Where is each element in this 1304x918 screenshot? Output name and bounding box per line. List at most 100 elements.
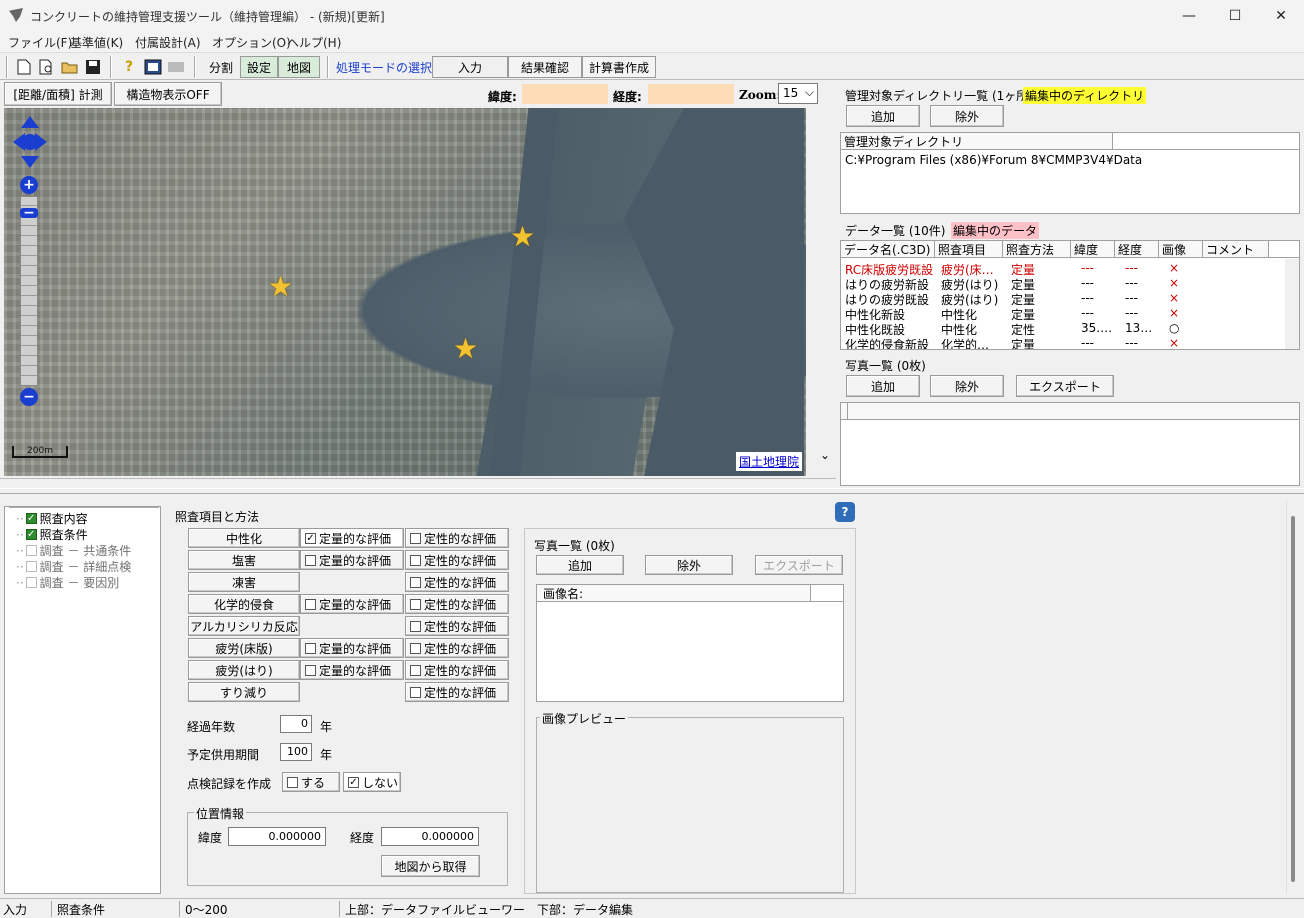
- condition-item-button[interactable]: すり減り: [188, 682, 300, 702]
- location-lng-input[interactable]: 0.000000: [381, 827, 479, 846]
- menu-standard-values[interactable]: 基準値(K): [70, 34, 123, 51]
- directory-add-button[interactable]: 追加: [846, 105, 920, 127]
- photo-export-button-top[interactable]: エクスポート: [1016, 375, 1114, 397]
- condition-item-button[interactable]: 凍害: [188, 572, 300, 592]
- structure-display-button[interactable]: 構造物表示OFF: [114, 82, 222, 106]
- column-header-image[interactable]: 画像: [1159, 241, 1203, 257]
- get-from-map-button[interactable]: 地図から取得: [381, 855, 480, 877]
- structure-marker-star[interactable]: ★: [453, 332, 478, 365]
- print-preview-icon[interactable]: [37, 57, 57, 77]
- structure-marker-star[interactable]: ★: [268, 270, 293, 303]
- condition-item-button[interactable]: 化学的侵食: [188, 594, 300, 614]
- condition-item-button[interactable]: 塩害: [188, 550, 300, 570]
- qualitative-eval-checkbox[interactable]: 定性的な評価: [405, 682, 509, 702]
- column-header-image-name[interactable]: 画像名:: [537, 585, 811, 601]
- menu-attached-design[interactable]: 付属設計(A): [135, 34, 201, 51]
- menu-file[interactable]: ファイル(F): [8, 34, 72, 51]
- record-no-checkbox[interactable]: ✓ しない: [343, 772, 401, 792]
- scrollbar-thumb[interactable]: [1291, 516, 1295, 882]
- menu-help[interactable]: ヘルプ(H): [287, 34, 341, 51]
- condition-item-button[interactable]: 疲労(はり): [188, 660, 300, 680]
- minimize-button[interactable]: —: [1166, 0, 1212, 32]
- data-table-scrollbar[interactable]: [1285, 259, 1299, 349]
- tab-settings[interactable]: 設定: [240, 56, 278, 78]
- table-row[interactable]: 中性化新設 中性化 定量 --- --- ×: [841, 306, 1285, 322]
- record-yes-checkbox[interactable]: する: [282, 772, 340, 792]
- table-row[interactable]: はりの疲労既設 疲労(はり) 定量 --- --- ×: [841, 291, 1285, 307]
- new-file-icon[interactable]: [14, 57, 34, 77]
- structure-marker-star[interactable]: ★: [510, 220, 535, 253]
- open-folder-icon[interactable]: [60, 57, 80, 77]
- map-lat-field[interactable]: [522, 84, 608, 104]
- quantitative-eval-checkbox[interactable]: 定量的な評価: [300, 594, 404, 614]
- elapsed-years-input[interactable]: 0: [280, 715, 312, 733]
- column-header-method[interactable]: 照査方法: [1003, 241, 1071, 257]
- column-header-lng[interactable]: 経度: [1115, 241, 1159, 257]
- qualitative-eval-checkbox[interactable]: 定性的な評価: [405, 616, 509, 636]
- directory-remove-button[interactable]: 除外: [930, 105, 1004, 127]
- location-lat-input[interactable]: 0.000000: [228, 827, 326, 846]
- table-row[interactable]: 中性化既設 中性化 定性 35.… 13… ○: [841, 321, 1285, 337]
- photo-add-button-bottom[interactable]: 追加: [536, 555, 624, 575]
- condition-item-button[interactable]: 疲労(床版): [188, 638, 300, 658]
- condition-item-button[interactable]: 中性化: [188, 528, 300, 548]
- pan-control-icon[interactable]: [11, 114, 49, 175]
- tree-item[interactable]: ·· 調査 － 詳細点検: [16, 558, 131, 575]
- directory-path[interactable]: C:¥Program Files (x86)¥Forum 8¥CMMP3V4¥D…: [845, 153, 1142, 167]
- quantitative-eval-checkbox[interactable]: 定量的な評価: [300, 550, 404, 570]
- map-lng-field[interactable]: [648, 84, 734, 104]
- tab-map[interactable]: 地図: [278, 56, 320, 78]
- aerial-map[interactable]: ★ ★ ★ + − − 200m 国土地理院: [4, 108, 806, 476]
- tree-item[interactable]: ·· ✓ 照査条件: [16, 526, 88, 543]
- qualitative-eval-checkbox[interactable]: 定性的な評価: [405, 594, 509, 614]
- quantitative-eval-label: 定量的な評価: [319, 531, 392, 546]
- photo-add-button-top[interactable]: 追加: [846, 375, 920, 397]
- save-icon[interactable]: [83, 57, 103, 77]
- tree-item[interactable]: ·· ✓ 照査内容: [16, 510, 88, 527]
- book-icon[interactable]: [143, 57, 163, 77]
- quantitative-eval-checkbox[interactable]: ✓ 定量的な評価: [300, 528, 404, 548]
- photo-export-button-bottom[interactable]: エクスポート: [755, 555, 843, 575]
- table-row[interactable]: 化学的侵食新設 化学的… 定量 --- --- ×: [841, 336, 1285, 349]
- quantitative-eval-checkbox[interactable]: 定量的な評価: [300, 660, 404, 680]
- help-icon[interactable]: ?: [835, 502, 855, 522]
- tab-split[interactable]: 分割: [202, 56, 240, 78]
- measure-button[interactable]: [距離/面積] 計測: [4, 82, 112, 106]
- zoom-slider-thumb[interactable]: −: [20, 205, 38, 221]
- qualitative-eval-checkbox[interactable]: 定性的な評価: [405, 528, 509, 548]
- zoom-out-icon[interactable]: −: [20, 388, 38, 406]
- map-scrollbar[interactable]: ⌄: [818, 108, 832, 476]
- maximize-button[interactable]: ☐: [1212, 0, 1258, 32]
- condition-item-button[interactable]: アルカリシリカ反応: [188, 616, 300, 636]
- directory-column-header[interactable]: 管理対象ディレクトリ: [841, 133, 1113, 149]
- mode-tab-input[interactable]: 入力: [432, 56, 508, 78]
- zoom-select[interactable]: 15 ⌵: [778, 83, 818, 104]
- table-row[interactable]: RC床版疲労既設 疲労(床… 定量 --- --- ×: [841, 261, 1285, 277]
- mode-tab-report[interactable]: 計算書作成: [582, 56, 656, 78]
- qualitative-eval-checkbox[interactable]: 定性的な評価: [405, 572, 509, 592]
- gsi-credit-link[interactable]: 国土地理院: [736, 452, 803, 471]
- zoom-slider[interactable]: [20, 196, 38, 386]
- zoom-in-icon[interactable]: +: [20, 176, 38, 194]
- tree-item[interactable]: ·· 調査 － 共通条件: [16, 542, 131, 559]
- column-header-name[interactable]: データ名(.C3D): [841, 241, 935, 257]
- bottom-scrollbar[interactable]: [1286, 500, 1300, 894]
- column-header-comment[interactable]: コメント: [1203, 241, 1269, 257]
- photo-remove-button-bottom[interactable]: 除外: [645, 555, 733, 575]
- photo-remove-button-top[interactable]: 除外: [930, 375, 1004, 397]
- tree-item[interactable]: ·· 調査 － 要因別: [16, 574, 119, 591]
- quantitative-eval-checkbox[interactable]: 定量的な評価: [300, 638, 404, 658]
- qualitative-eval-checkbox[interactable]: 定性的な評価: [405, 638, 509, 658]
- qualitative-eval-checkbox[interactable]: 定性的な評価: [405, 550, 509, 570]
- menu-options[interactable]: オプション(O): [212, 34, 291, 51]
- column-header-lat[interactable]: 緯度: [1071, 241, 1115, 257]
- data-list-title: データ一覧 (10件): [845, 224, 946, 238]
- mode-tab-results[interactable]: 結果確認: [508, 56, 582, 78]
- qualitative-eval-checkbox[interactable]: 定性的な評価: [405, 660, 509, 680]
- service-period-input[interactable]: 100: [280, 743, 312, 761]
- help-icon[interactable]: ?: [119, 57, 139, 77]
- close-button[interactable]: ✕: [1258, 0, 1304, 32]
- table-row[interactable]: はりの疲労新設 疲労(はり) 定量 --- --- ×: [841, 276, 1285, 292]
- horizontal-splitter[interactable]: [0, 488, 1304, 494]
- column-header-item[interactable]: 照査項目: [935, 241, 1003, 257]
